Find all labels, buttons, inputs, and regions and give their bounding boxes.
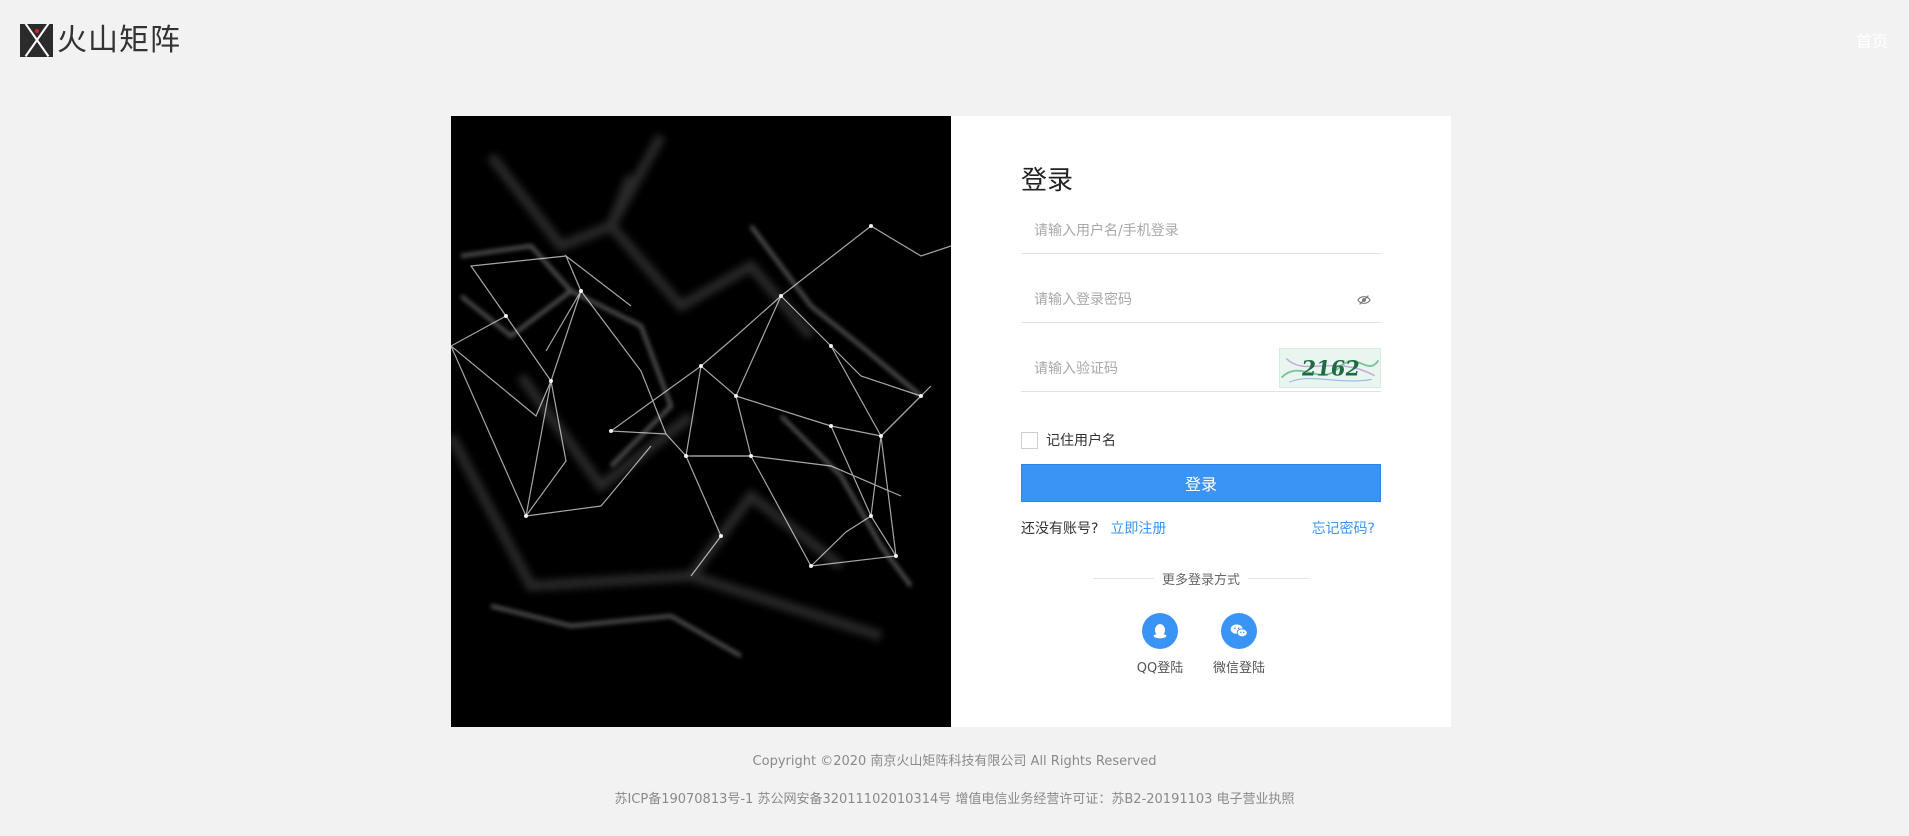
register-link[interactable]: 立即注册 <box>1110 518 1166 538</box>
remember-checkbox[interactable] <box>1021 431 1038 449</box>
username-input[interactable] <box>1021 210 1381 252</box>
account-links-row: 还没有账号? 立即注册 忘记密码? <box>1021 518 1381 538</box>
captcha-input[interactable] <box>1021 348 1271 390</box>
qq-label[interactable]: QQ登陆 <box>1125 657 1195 676</box>
remember-label[interactable]: 记住用户名 <box>1046 430 1116 450</box>
divider-line-right <box>1248 577 1310 579</box>
more-login-text: 更多登录方式 <box>1162 572 1241 588</box>
wechat-login[interactable]: 微信登陆 <box>1204 613 1274 676</box>
logo-text: 火山矩阵 <box>57 23 181 58</box>
qq-icon[interactable] <box>1142 613 1178 649</box>
login-panel: 登录 2162 记住用 <box>951 116 1451 727</box>
captcha-image[interactable]: 2162 <box>1279 348 1381 388</box>
captcha-text: 2162 <box>1300 356 1362 381</box>
home-link[interactable]: 首页 <box>1856 28 1888 52</box>
qq-login[interactable]: QQ登陆 <box>1125 613 1195 676</box>
login-button[interactable]: 登录 <box>1021 464 1381 502</box>
no-account-text: 还没有账号? <box>1021 521 1099 537</box>
captcha-field: 2162 <box>1021 348 1381 392</box>
forgot-password-link[interactable]: 忘记密码? <box>1312 518 1375 538</box>
logo[interactable]: 火山矩阵 <box>20 24 181 57</box>
top-bar: 火山矩阵 首页 <box>0 0 1909 90</box>
password-field <box>1021 279 1381 323</box>
more-login-divider: 更多登录方式 <box>1093 568 1310 588</box>
network-visual <box>451 116 951 727</box>
network-graphic-icon <box>451 133 951 658</box>
icp-text[interactable]: 苏ICP备19070813号-1 苏公网安备32011102010314号 增值… <box>0 788 1909 807</box>
login-card: 登录 2162 记住用 <box>451 116 1451 727</box>
eye-hidden-icon[interactable] <box>1357 293 1371 307</box>
copyright-text: Copyright ©2020 南京火山矩阵科技有限公司 All Rights … <box>752 754 1157 769</box>
divider-line-left <box>1093 577 1154 579</box>
logo-mark-icon <box>20 24 53 57</box>
wechat-icon[interactable] <box>1221 613 1257 649</box>
wechat-label[interactable]: 微信登陆 <box>1204 657 1274 676</box>
password-input[interactable] <box>1021 279 1381 321</box>
login-title: 登录 <box>1021 165 1074 195</box>
username-field <box>1021 210 1381 254</box>
remember-row: 记住用户名 <box>1021 430 1116 450</box>
